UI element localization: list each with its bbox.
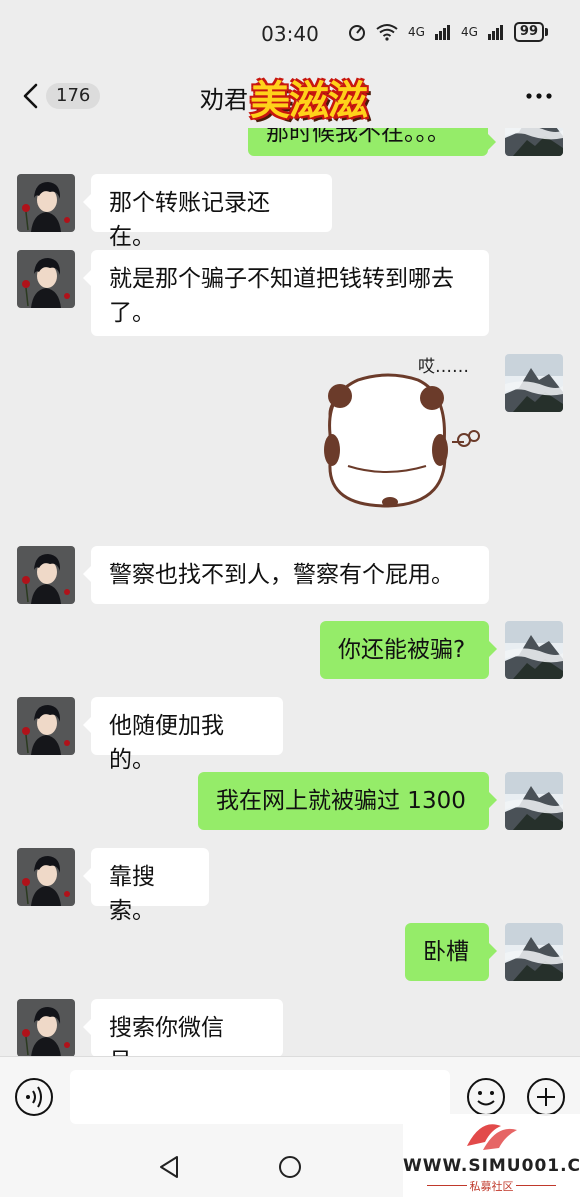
site-watermark: WWW.SIMU001.CN 私募社区 xyxy=(403,1114,580,1197)
avatar-self[interactable] xyxy=(505,354,563,412)
message-bubble-contact[interactable]: 靠搜索。 xyxy=(83,848,209,924)
voice-input-icon[interactable] xyxy=(14,1077,54,1117)
sticker-panda[interactable]: 哎…… xyxy=(318,354,490,526)
avatar-contact[interactable] xyxy=(17,250,75,308)
back-arrow-icon[interactable] xyxy=(18,82,46,110)
emoji-icon[interactable] xyxy=(466,1077,506,1117)
avatar-contact[interactable] xyxy=(17,546,75,604)
plus-icon[interactable] xyxy=(526,1077,566,1117)
panda-sticker-icon: 哎…… xyxy=(324,357,480,508)
sticker-caption: 哎…… xyxy=(418,357,469,377)
message-bubble-contact[interactable]: 他随便加我的。 xyxy=(83,697,283,773)
data-saver-icon xyxy=(349,25,366,41)
message-bubble-self[interactable]: 那时候我不在。。。 xyxy=(248,128,496,156)
status-bar: 03:40 4G 4G 99 xyxy=(0,0,580,64)
chat-header: 176 劝君 美滋滋 xyxy=(0,64,580,128)
avatar-self[interactable] xyxy=(505,621,563,679)
battery-level: 99 xyxy=(513,22,544,42)
more-options-icon[interactable] xyxy=(524,84,554,108)
message-bubble-contact[interactable]: 就是那个骗子不知道把钱转到哪去了。 xyxy=(83,250,489,336)
chat-messages[interactable]: 那时候我不在。。。 那个转账记录还在。 就是那个骗子不知道把钱转到哪去了。 哎…… xyxy=(0,128,580,1056)
avatar-contact[interactable] xyxy=(17,999,75,1056)
status-icons: 4G 4G 99 xyxy=(348,22,548,42)
chat-title: 劝君 xyxy=(200,86,248,114)
avatar-contact[interactable] xyxy=(17,174,75,232)
message-bubble-contact[interactable]: 那个转账记录还在。 xyxy=(83,174,332,250)
watermark-logo: 美滋滋 xyxy=(250,77,368,124)
nav-home-icon[interactable] xyxy=(276,1153,304,1181)
avatar-self[interactable] xyxy=(505,923,563,981)
network-label-a: 4G xyxy=(408,25,425,39)
message-input[interactable] xyxy=(70,1070,450,1124)
unread-count-badge[interactable]: 176 xyxy=(46,83,101,109)
message-bubble-contact[interactable]: 搜索你微信号。 xyxy=(83,999,283,1056)
avatar-self[interactable] xyxy=(505,128,563,156)
avatar-self[interactable] xyxy=(505,772,563,830)
nav-back-icon[interactable] xyxy=(155,1153,183,1181)
network-label-b: 4G xyxy=(460,25,478,39)
site-divider xyxy=(516,1185,556,1186)
signal-icon xyxy=(434,25,450,40)
wifi-icon xyxy=(376,24,398,41)
message-bubble-self[interactable]: 你还能被骗? xyxy=(320,621,497,679)
signal-icon xyxy=(487,25,503,40)
battery-tip xyxy=(545,28,548,36)
avatar-contact[interactable] xyxy=(17,697,75,755)
message-bubble-contact[interactable]: 警察也找不到人，警察有个屁用。 xyxy=(83,546,489,604)
site-subtitle: 私募社区 xyxy=(469,1180,514,1193)
site-url: WWW.SIMU001.CN xyxy=(403,1156,580,1176)
avatar-contact[interactable] xyxy=(17,848,75,906)
message-bubble-self[interactable]: 我在网上就被骗过 1300 xyxy=(198,772,497,830)
message-bubble-self[interactable]: 卧槽 xyxy=(405,923,497,981)
site-logo-icon xyxy=(467,1124,517,1150)
